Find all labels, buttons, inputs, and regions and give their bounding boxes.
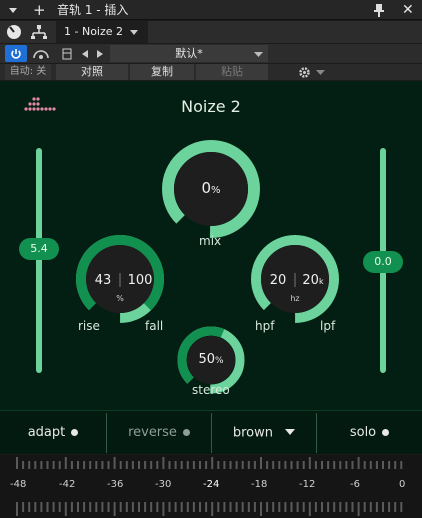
mix-label: mix	[199, 234, 222, 248]
preset-browser-icon[interactable]	[60, 45, 74, 62]
rise-value: 43	[94, 273, 112, 288]
stereo-value: 50%	[198, 352, 224, 367]
options-bar: adapt reverse brown solo	[0, 410, 422, 454]
rise-fall-unit: %	[116, 294, 124, 303]
logo-icon	[24, 97, 56, 117]
compare-button[interactable]: 对照	[56, 64, 128, 80]
add-icon[interactable]: +	[33, 0, 46, 20]
solo-indicator-icon	[382, 429, 390, 436]
pin-icon[interactable]	[372, 0, 386, 20]
rise-fall-knob[interactable]: 43 100 %	[74, 233, 166, 325]
lpf-label: lpf	[320, 319, 336, 333]
prev-preset-icon[interactable]	[79, 45, 91, 62]
preset-select[interactable]: 默认*	[110, 45, 268, 62]
scale-label: -24	[203, 479, 220, 490]
track-dropdown-icon[interactable]	[128, 24, 140, 40]
fall-value: 100	[127, 273, 153, 288]
power-knob-icon[interactable]	[6, 24, 22, 40]
preset-name: 默认*	[175, 47, 203, 60]
lpf-value: 20k	[302, 273, 324, 288]
scale-label: -30	[155, 479, 172, 490]
window-title: 音轨 1 - 插入	[57, 3, 129, 17]
plugin-panel: Noize 2 5.4 0.0 0% mix 43 100 % rise fal…	[0, 81, 422, 410]
copy-button[interactable]: 复制	[130, 64, 194, 80]
reverse-toggle[interactable]: reverse	[107, 411, 211, 455]
gear-icon[interactable]	[296, 64, 312, 80]
hpf-value: 20	[269, 273, 287, 288]
stereo-label: stereo	[192, 383, 230, 397]
scale-label: 0	[399, 479, 406, 490]
track-label: 1 - Noize 2	[64, 25, 124, 38]
filter-knob[interactable]: 20 20k hz	[249, 233, 341, 325]
reverse-indicator-icon	[182, 429, 190, 436]
sidechain-icon[interactable]	[30, 45, 52, 62]
settings-dropdown-icon[interactable]	[314, 64, 326, 80]
right-slider-handle[interactable]: 0.0	[363, 251, 403, 273]
scale-label: -12	[299, 479, 316, 490]
solo-toggle[interactable]: solo	[317, 411, 422, 455]
hpf-label: hpf	[255, 319, 275, 333]
compare-toolbar: 自动: 关 对照 复制 粘贴	[0, 64, 422, 80]
chevron-down-icon	[285, 411, 296, 455]
track-toolbar: 1 - Noize 2	[0, 21, 422, 43]
left-slider-track[interactable]	[36, 148, 42, 373]
adapt-indicator-icon	[71, 429, 79, 436]
power-button[interactable]	[5, 45, 27, 62]
fall-label: fall	[145, 319, 164, 333]
scale-label: -42	[59, 479, 76, 490]
scale-label: -6	[350, 479, 360, 490]
scale-label: -48	[10, 479, 27, 490]
scale-label: -18	[251, 479, 268, 490]
auto-button[interactable]: 自动: 关	[5, 64, 51, 80]
plugin-title: Noize 2	[181, 97, 241, 116]
preset-toolbar: 默认*	[0, 44, 422, 63]
noise-type-select[interactable]: brown	[212, 411, 316, 455]
mix-knob[interactable]: 0%	[161, 139, 261, 239]
adapt-toggle[interactable]: adapt	[0, 411, 106, 455]
menu-arrow-icon[interactable]	[8, 0, 18, 20]
routing-icon[interactable]	[30, 24, 48, 40]
scale-label: -36	[107, 479, 124, 490]
title-bar: + 音轨 1 - 插入 ✕	[0, 0, 422, 20]
rise-label: rise	[78, 319, 100, 333]
close-icon[interactable]: ✕	[402, 0, 414, 20]
filter-unit: hz	[290, 294, 300, 303]
level-meter: -48 -42 -36 -30 -24 -18 -12 -6 0	[0, 455, 422, 518]
paste-button[interactable]: 粘贴	[196, 64, 268, 80]
mix-value: 0%	[201, 179, 221, 197]
next-preset-icon[interactable]	[94, 45, 106, 62]
left-slider-handle[interactable]: 5.4	[19, 238, 59, 260]
